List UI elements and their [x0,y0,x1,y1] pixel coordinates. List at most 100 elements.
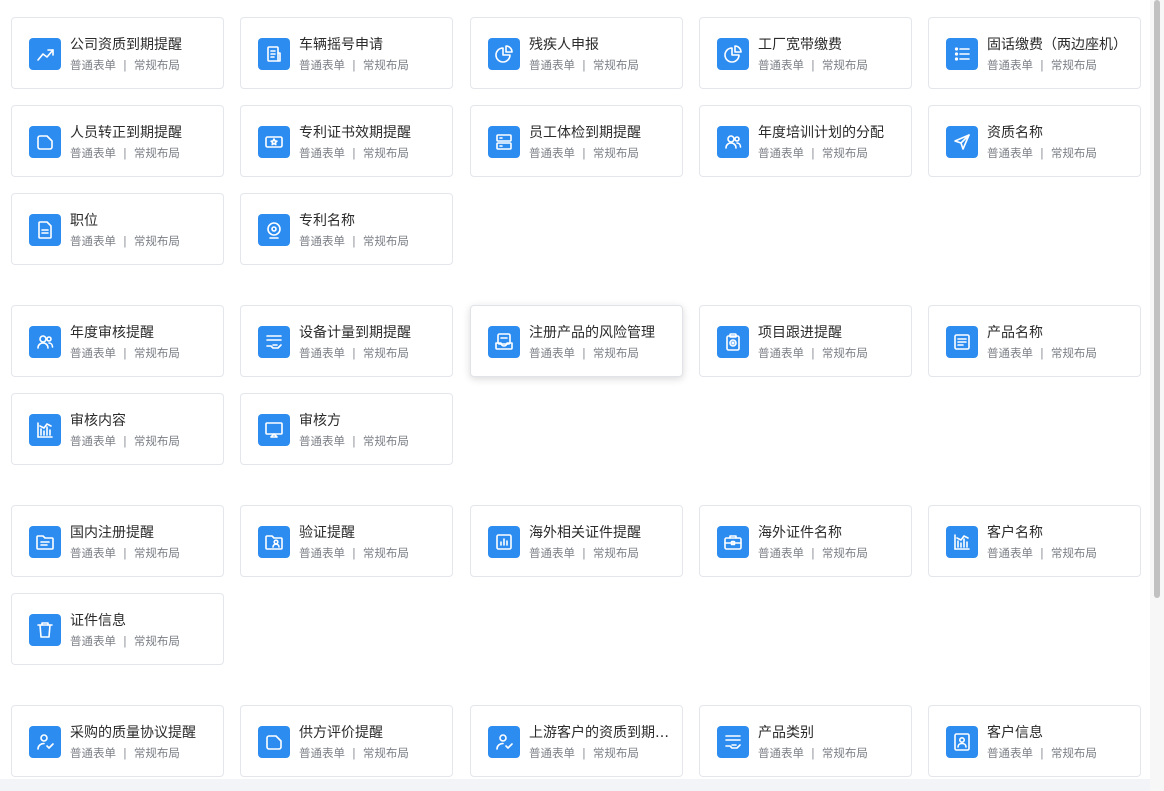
hand-list-icon [717,726,749,758]
app-card[interactable]: 员工体检到期提醒 普通表单 | 常规布局 [470,105,683,177]
app-card[interactable]: 项目跟进提醒 普通表单 | 常规布局 [699,305,912,377]
app-card[interactable]: 专利证书效期提醒 普通表单 | 常规布局 [240,105,453,177]
card-meta: 普通表单 | 常规布局 [299,433,409,449]
briefcase-icon [717,526,749,558]
clipboard-icon [717,326,749,358]
layout-type-label: 常规布局 [362,58,409,72]
app-card[interactable]: 注册产品的风险管理 普通表单 | 常规布局 [470,305,683,377]
card-title: 年度审核提醒 [70,325,154,341]
card-meta: 普通表单 | 常规布局 [987,745,1097,761]
form-type-label: 普通表单 [758,58,804,72]
card-title: 海外相关证件提醒 [529,525,641,541]
scrollbar[interactable] [1150,0,1164,791]
meta-separator: | [1040,146,1044,160]
app-card[interactable]: 专利名称 普通表单 | 常规布局 [240,193,453,265]
layout-type-label: 常规布局 [821,146,868,160]
card-meta: 普通表单 | 常规布局 [70,433,180,449]
app-card[interactable]: 残疾人申报 普通表单 | 常规布局 [470,17,683,89]
layout-type-label: 常规布局 [362,146,409,160]
card-title: 注册产品的风险管理 [529,325,655,341]
app-card[interactable]: 验证提醒 普通表单 | 常规布局 [240,505,453,577]
app-card[interactable]: 审核方 普通表单 | 常规布局 [240,393,453,465]
form-type-label: 普通表单 [529,146,575,160]
app-card[interactable]: 上游客户的资质到期提醒 普通表单 | 常规布局 [470,705,683,777]
meta-separator: | [1040,58,1044,72]
form-type-label: 普通表单 [70,634,116,648]
form-type-label: 普通表单 [987,58,1033,72]
card-meta: 普通表单 | 常规布局 [70,145,180,161]
app-card[interactable]: 采购的质量协议提醒 普通表单 | 常规布局 [11,705,224,777]
meta-separator: | [123,634,127,648]
app-card[interactable]: 审核内容 普通表单 | 常规布局 [11,393,224,465]
app-card[interactable]: 国内注册提醒 普通表单 | 常规布局 [11,505,224,577]
app-card[interactable]: 供方评价提醒 普通表单 | 常规布局 [240,705,453,777]
app-card[interactable]: 工厂宽带缴费 普通表单 | 常规布局 [699,17,912,89]
card-title: 固话缴费（两边座机） [987,37,1127,53]
app-card[interactable]: 产品名称 普通表单 | 常规布局 [928,305,1141,377]
layout-type-label: 常规布局 [1050,146,1097,160]
layout-type-label: 常规布局 [133,346,180,360]
form-type-label: 普通表单 [987,346,1033,360]
form-type-label: 普通表单 [70,434,116,448]
app-card[interactable]: 客户名称 普通表单 | 常规布局 [928,505,1141,577]
layout-type-label: 常规布局 [133,634,180,648]
app-card[interactable]: 公司资质到期提醒 普通表单 | 常规布局 [11,17,224,89]
meta-separator: | [1040,346,1044,360]
app-card[interactable]: 车辆摇号申请 普通表单 | 常规布局 [240,17,453,89]
meta-separator: | [123,546,127,560]
app-card[interactable]: 年度审核提醒 普通表单 | 常规布局 [11,305,224,377]
card-title: 采购的质量协议提醒 [70,725,196,741]
document-list-icon [258,38,290,70]
app-card[interactable]: 海外相关证件提醒 普通表单 | 常规布局 [470,505,683,577]
app-card[interactable]: 海外证件名称 普通表单 | 常规布局 [699,505,912,577]
card-meta: 普通表单 | 常规布局 [529,345,639,361]
card-title: 产品名称 [987,325,1043,341]
meta-separator: | [582,146,586,160]
app-card[interactable]: 职位 普通表单 | 常规布局 [11,193,224,265]
bar-chart-icon [29,414,61,446]
card-title: 资质名称 [987,125,1043,141]
card-meta: 普通表单 | 常规布局 [758,545,868,561]
trash-icon [29,614,61,646]
app-card[interactable]: 资质名称 普通表单 | 常规布局 [928,105,1141,177]
user-add-icon [488,726,520,758]
card-title: 专利证书效期提醒 [299,125,411,141]
app-card[interactable]: 证件信息 普通表单 | 常规布局 [11,593,224,665]
layout-type-label: 常规布局 [362,434,409,448]
card-meta: 普通表单 | 常规布局 [70,57,180,73]
layout-type-label: 常规布局 [592,746,639,760]
app-template-grid: 公司资质到期提醒 普通表单 | 常规布局 车辆摇号申请 普通表单 | 常规布局 残疾人申报 普通表… [0,0,1150,791]
scrollbar-thumb[interactable] [1154,0,1160,598]
meta-separator: | [123,346,127,360]
app-card[interactable]: 年度培训计划的分配 普通表单 | 常规布局 [699,105,912,177]
id-card-icon [946,726,978,758]
card-title: 项目跟进提醒 [758,325,842,341]
meta-separator: | [811,546,815,560]
meta-separator: | [123,746,127,760]
file-icon [29,214,61,246]
card-title: 产品类别 [758,725,814,741]
server-icon [488,126,520,158]
card-meta: 普通表单 | 常规布局 [987,345,1097,361]
app-card[interactable]: 人员转正到期提醒 普通表单 | 常规布局 [11,105,224,177]
layout-type-label: 常规布局 [362,546,409,560]
app-card[interactable]: 客户信息 普通表单 | 常规布局 [928,705,1141,777]
card-title: 专利名称 [299,213,355,229]
send-icon [946,126,978,158]
form-type-label: 普通表单 [70,234,116,248]
card-title: 客户信息 [987,725,1043,741]
chart-box-icon [488,526,520,558]
layout-type-label: 常规布局 [1050,546,1097,560]
form-type-label: 普通表单 [529,346,575,360]
meta-separator: | [123,434,127,448]
meta-separator: | [123,146,127,160]
app-card[interactable]: 设备计量到期提醒 普通表单 | 常规布局 [240,305,453,377]
app-card[interactable]: 产品类别 普通表单 | 常规布局 [699,705,912,777]
form-type-label: 普通表单 [758,546,804,560]
meta-separator: | [1040,746,1044,760]
meta-separator: | [352,58,356,72]
card-meta: 普通表单 | 常规布局 [70,233,180,249]
card-meta: 普通表单 | 常规布局 [299,145,409,161]
form-type-label: 普通表单 [987,746,1033,760]
app-card[interactable]: 固话缴费（两边座机） 普通表单 | 常规布局 [928,17,1141,89]
